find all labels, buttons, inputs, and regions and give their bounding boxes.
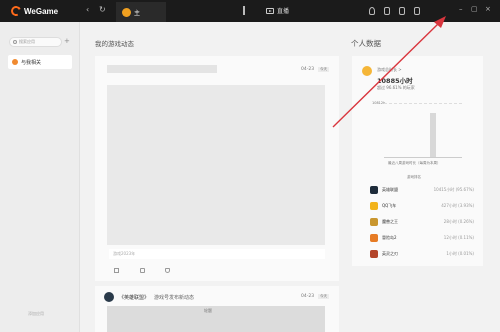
annotation-arrow xyxy=(332,16,446,128)
